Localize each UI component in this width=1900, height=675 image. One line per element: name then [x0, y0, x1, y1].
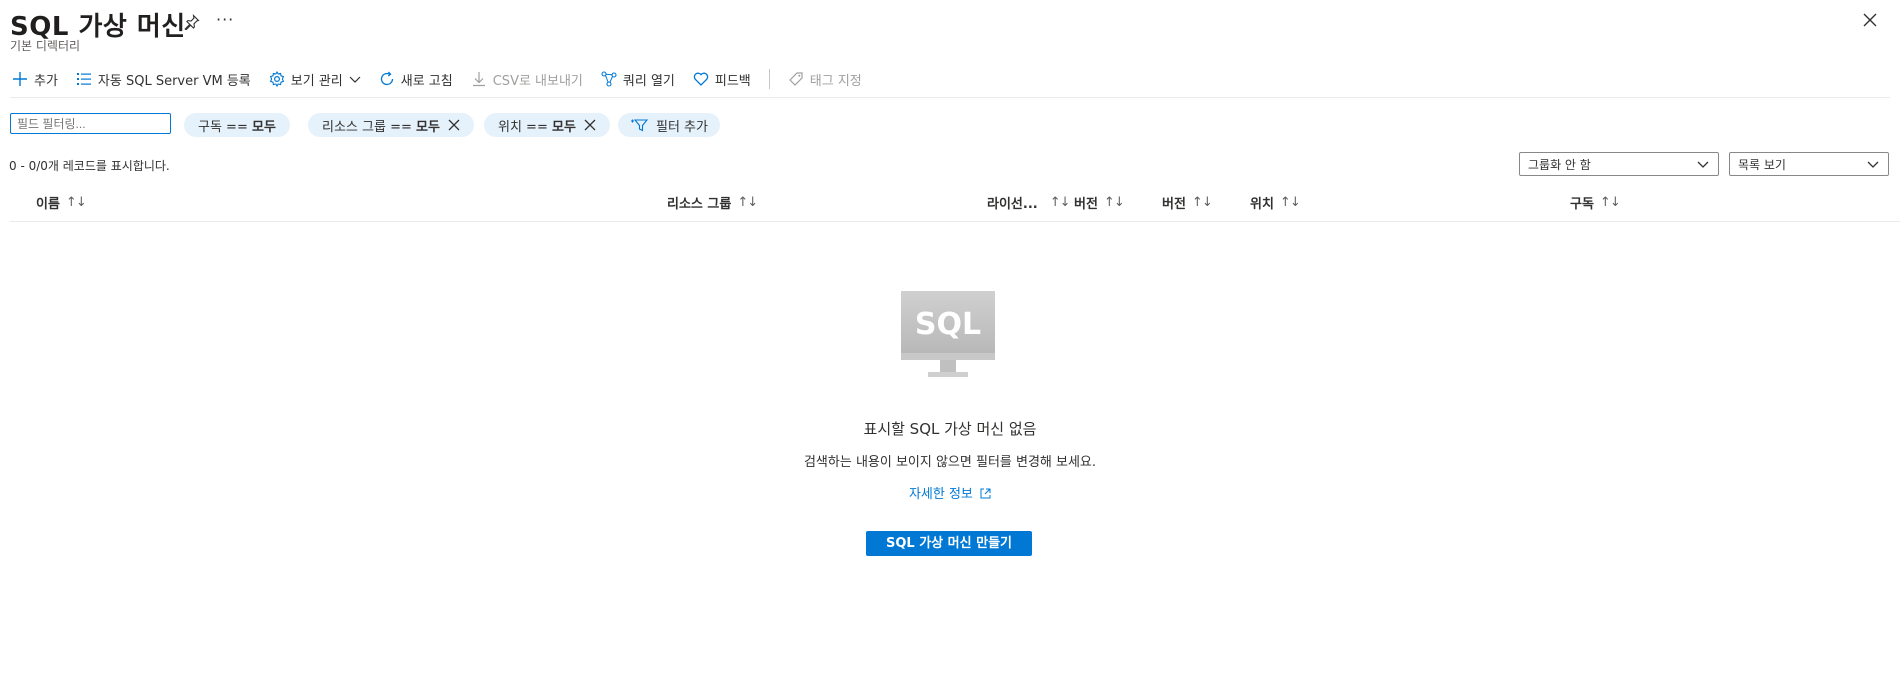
chevron-down-icon	[349, 73, 361, 85]
sort-icon: ↑↓	[65, 195, 87, 210]
manage-view-button[interactable]: 보기 관리	[269, 70, 361, 89]
sort-icon: ↑↓	[737, 195, 758, 210]
chevron-down-icon	[1696, 157, 1710, 171]
command-bar: 추가 자동 SQL Server VM 등록 보기 관리 새로 고침 CSV로 …	[12, 68, 880, 90]
column-header-version[interactable]: 버전 ↑↓	[1074, 193, 1125, 212]
sql-vm-icon: SQL	[900, 290, 996, 380]
open-query-label: 쿼리 열기	[622, 73, 675, 89]
filter-pill-resource-group[interactable]: 리소스 그룹 == 모두	[308, 113, 474, 137]
column-header-name[interactable]: 이름 ↑↓	[36, 193, 87, 212]
page-subtitle: 기본 디렉터리	[10, 39, 81, 53]
record-count: 0 - 0/0개 레코드를 표시합니다.	[9, 159, 170, 173]
gear-icon	[269, 71, 285, 87]
remove-filter-icon[interactable]	[584, 119, 596, 131]
refresh-label: 새로 고침	[400, 73, 453, 89]
external-link-icon	[980, 488, 991, 499]
feedback-label: 피드백	[714, 73, 751, 89]
toolbar-divider-line	[10, 97, 1890, 98]
filter-pill-label: 구독 == 모두	[198, 119, 276, 135]
toolbar-divider	[768, 69, 770, 89]
close-icon[interactable]	[1863, 13, 1877, 27]
sort-icon: ↑↓	[1103, 195, 1125, 210]
view-value: 목록 보기	[1738, 157, 1786, 172]
grouping-value: 그룹화 안 함	[1528, 157, 1591, 172]
refresh-icon	[379, 71, 395, 87]
learn-more-link[interactable]: 자세한 정보	[909, 487, 991, 502]
sort-icon: ↑↓	[1191, 195, 1213, 210]
more-options-icon[interactable]: ···	[216, 10, 234, 29]
refresh-button[interactable]: 새로 고침	[379, 70, 453, 89]
view-dropdown[interactable]: 목록 보기	[1729, 152, 1889, 176]
export-csv-button[interactable]: CSV로 내보내기	[471, 70, 583, 89]
column-header-version-2[interactable]: 버전 ↑↓	[1162, 193, 1213, 212]
heart-icon	[693, 71, 709, 87]
grouping-dropdown[interactable]: 그룹화 안 함	[1519, 152, 1719, 176]
add-button-label: 추가	[34, 73, 58, 89]
chevron-down-icon	[1866, 157, 1880, 171]
assign-tags-label: 태그 지정	[809, 73, 862, 89]
add-filter-label: 필터 추가	[656, 119, 708, 135]
add-button[interactable]: 추가	[12, 70, 58, 89]
column-header-license[interactable]: 라이선... ↑↓	[987, 193, 1070, 212]
filter-pill-subscription[interactable]: 구독 == 모두	[184, 113, 290, 137]
auto-register-label: 자동 SQL Server VM 등록	[97, 73, 251, 89]
column-header-location[interactable]: 위치 ↑↓	[1250, 193, 1301, 212]
remove-filter-icon[interactable]	[448, 119, 460, 131]
add-filter-icon	[630, 118, 648, 132]
filter-input[interactable]	[10, 113, 171, 134]
list-icon	[76, 71, 92, 87]
plus-icon	[12, 71, 28, 87]
feedback-button[interactable]: 피드백	[693, 70, 751, 89]
table-header-divider	[10, 221, 1900, 222]
sort-icon: ↑↓	[1049, 195, 1071, 210]
column-header-subscription[interactable]: 구독 ↑↓	[1570, 193, 1621, 212]
query-icon	[601, 71, 617, 87]
column-header-resource-group[interactable]: 리소스 그룹 ↑↓	[667, 193, 758, 212]
empty-state-title: 표시할 SQL 가상 머신 없음	[863, 420, 1037, 438]
pin-icon[interactable]	[184, 14, 200, 30]
sort-icon: ↑↓	[1279, 195, 1301, 210]
filter-pill-location[interactable]: 위치 == 모두	[484, 113, 610, 137]
export-csv-label: CSV로 내보내기	[492, 73, 583, 89]
empty-state-description: 검색하는 내용이 보이지 않으면 필터를 변경해 보세요.	[803, 455, 1097, 470]
filter-pill-label: 리소스 그룹 == 모두	[322, 119, 440, 135]
create-sql-vm-button[interactable]: SQL 가상 머신 만들기	[866, 531, 1032, 556]
download-icon	[471, 71, 487, 87]
tag-icon	[788, 71, 804, 87]
manage-view-label: 보기 관리	[290, 73, 343, 89]
assign-tags-button[interactable]: 태그 지정	[788, 70, 862, 89]
sql-icon-text: SQL	[915, 307, 981, 342]
auto-register-button[interactable]: 자동 SQL Server VM 등록	[76, 70, 251, 89]
add-filter-button[interactable]: 필터 추가	[618, 113, 720, 137]
open-query-button[interactable]: 쿼리 열기	[601, 70, 675, 89]
filter-pill-label: 위치 == 모두	[498, 119, 576, 135]
sort-icon: ↑↓	[1599, 195, 1621, 210]
learn-more-link-container: 자세한 정보	[0, 483, 1900, 502]
